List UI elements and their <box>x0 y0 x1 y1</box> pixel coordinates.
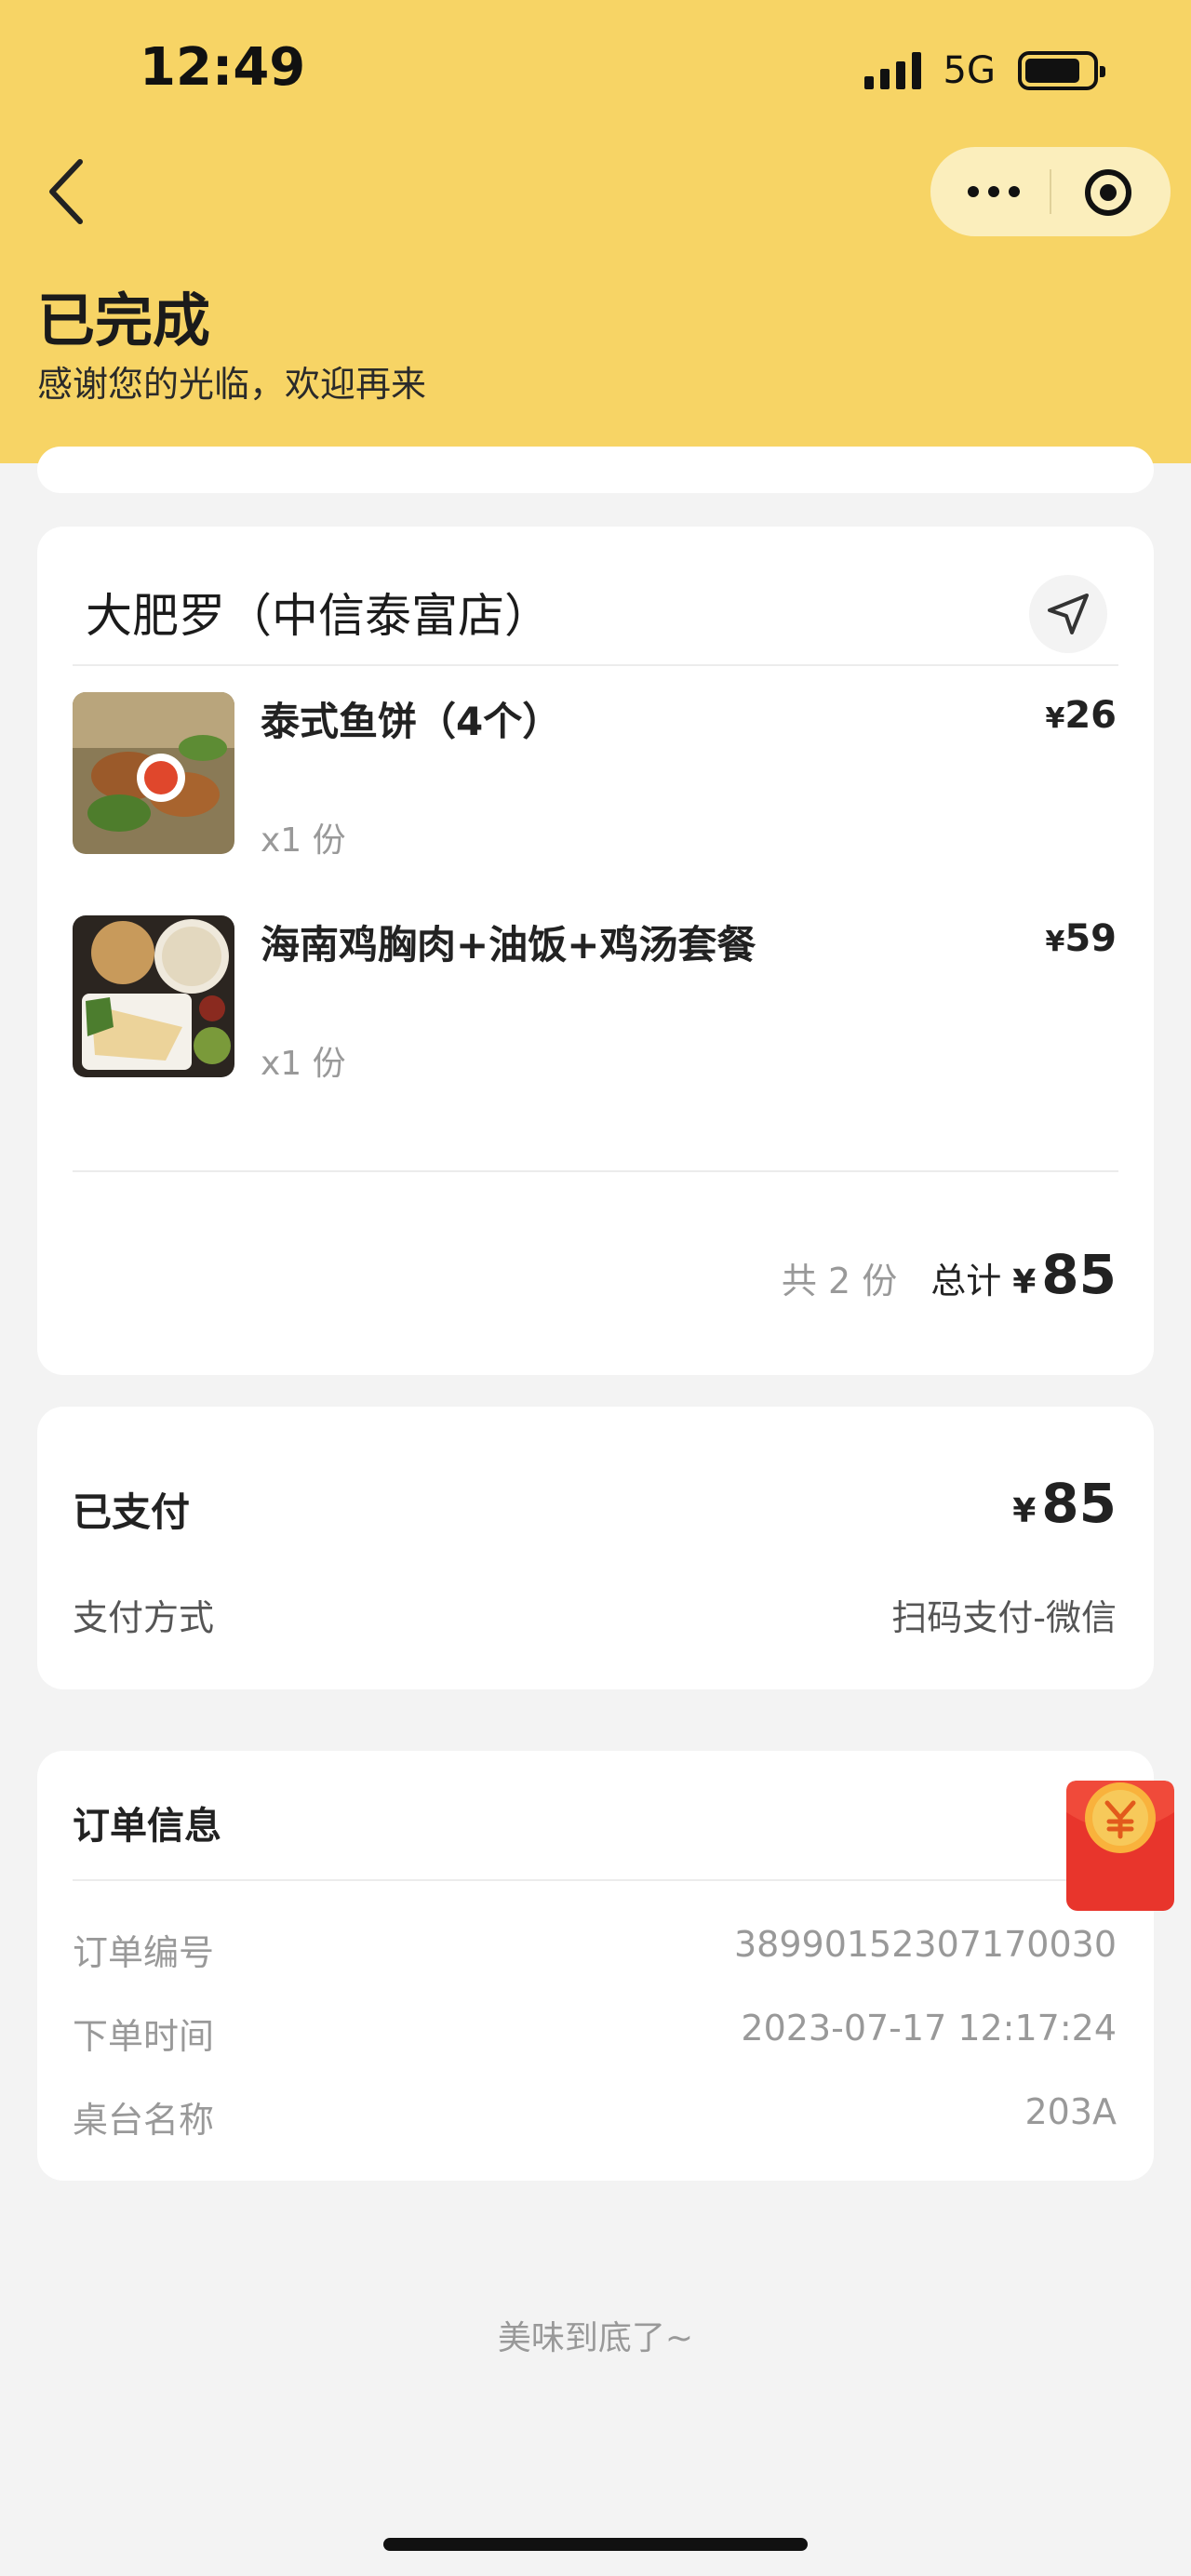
currency-symbol: ¥ <box>1012 1492 1037 1530</box>
divider <box>73 1879 1118 1881</box>
status-time: 12:49 <box>140 37 306 98</box>
total-value: 85 <box>1041 1243 1117 1306</box>
currency-symbol: ¥ <box>1045 926 1065 958</box>
order-info-card: 订单信息 订单编号 38990152307170030 下单时间 2023-07… <box>37 1751 1154 2181</box>
item-quantity: x1 份 <box>261 1045 346 1083</box>
fish-cake-image <box>73 692 234 854</box>
more-button[interactable] <box>957 173 1031 210</box>
capsule-divider <box>1050 169 1051 214</box>
item-price: ¥59 <box>1045 917 1117 960</box>
paid-value: 85 <box>1041 1472 1117 1535</box>
paid-amount: ¥ 85 <box>1012 1472 1117 1535</box>
item-image <box>73 692 234 854</box>
item-image <box>73 915 234 1077</box>
item-price: ¥26 <box>1045 694 1117 737</box>
dot-icon <box>968 186 979 197</box>
header: 12:49 5G 已完成 感谢您的光临，欢迎再来 <box>0 0 1191 463</box>
home-indicator[interactable] <box>383 2538 808 2551</box>
end-of-list-text: 美味到底了~ <box>497 2319 694 2357</box>
total-label: 总计 <box>930 1261 1002 1301</box>
payment-method-value: 扫码支付-微信 <box>891 1597 1117 1638</box>
chevron-left-icon <box>49 159 83 224</box>
paid-label: 已支付 <box>73 1489 191 1535</box>
price-value: 59 <box>1064 917 1117 960</box>
payment-method-label: 支付方式 <box>73 1597 215 1638</box>
network-label: 5G <box>943 49 996 92</box>
page-subtitle: 感谢您的光临，欢迎再来 <box>37 364 427 405</box>
item-name: 海南鸡胸肉+油饭+鸡汤套餐 <box>261 922 756 968</box>
close-mini-program-button[interactable] <box>1083 167 1133 218</box>
order-time-value: 2023-07-17 12:17:24 <box>741 2008 1117 2049</box>
payment-card: 已支付 ¥ 85 支付方式 扫码支付-微信 <box>37 1407 1154 1689</box>
divider <box>73 1170 1118 1172</box>
divider <box>73 664 1118 666</box>
page-title: 已完成 <box>37 287 211 354</box>
table-name-label: 桌台名称 <box>73 2100 215 2141</box>
item-name: 泰式鱼饼（4个） <box>261 699 562 744</box>
order-total-row: 共 2 份 总计 ¥ 85 <box>782 1243 1117 1306</box>
currency-symbol: ¥ <box>1045 702 1065 735</box>
red-packet-icon <box>1066 1781 1174 1911</box>
back-button[interactable] <box>37 156 102 227</box>
store-name[interactable]: 大肥罗（中信泰富店） <box>86 579 551 646</box>
currency-symbol: ¥ <box>1012 1263 1037 1301</box>
dot-icon <box>988 186 999 197</box>
navigate-button[interactable] <box>1029 575 1107 653</box>
order-number-label: 订单编号 <box>73 1932 215 1973</box>
order-time-label: 下单时间 <box>73 2016 215 2057</box>
signal-icon <box>863 52 921 89</box>
price-value: 26 <box>1064 694 1117 737</box>
card-peek <box>37 447 1154 493</box>
mini-program-capsule <box>930 147 1171 236</box>
red-packet-button[interactable] <box>1064 1775 1176 1913</box>
order-items-card: 大肥罗（中信泰富店） 泰式鱼饼（4个） ¥26 x1 份 海南鸡胸肉+油饭+鸡汤… <box>37 527 1154 1375</box>
order-number-value: 38990152307170030 <box>733 1924 1117 1965</box>
status-icons: 5G <box>863 48 1105 93</box>
dot-icon <box>1009 186 1020 197</box>
battery-icon <box>1018 51 1105 90</box>
item-count: 共 2 份 <box>781 1261 898 1301</box>
navigation-arrow-icon <box>1048 594 1089 634</box>
target-icon <box>1085 169 1131 216</box>
order-info-title: 订单信息 <box>73 1805 221 1848</box>
chicken-rice-image <box>73 915 234 1077</box>
table-name-value: 203A <box>1024 2091 1117 2132</box>
item-quantity: x1 份 <box>261 821 346 860</box>
